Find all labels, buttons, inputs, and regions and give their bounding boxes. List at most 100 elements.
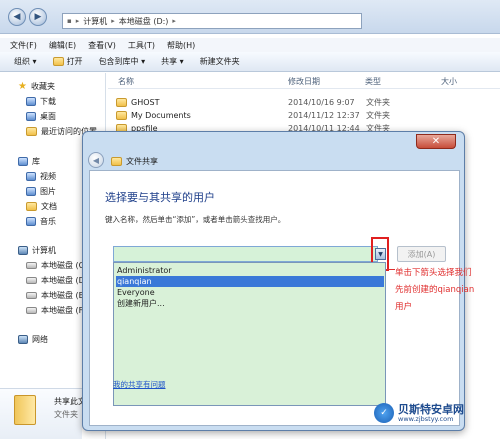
watermark-title: 贝斯特安卓网 bbox=[398, 402, 464, 416]
new-folder-button[interactable]: 新建文件夹 bbox=[200, 56, 240, 67]
annotation-leader-line bbox=[386, 269, 395, 270]
option-administrator[interactable]: Administrator bbox=[116, 265, 384, 276]
nav-videos-label: 视频 bbox=[40, 172, 56, 181]
option-qianqian[interactable]: qianqian bbox=[116, 276, 384, 287]
annotation-line-2: 先前创建的qianqian bbox=[395, 285, 475, 295]
chevron-right-icon: ▸ bbox=[75, 17, 80, 25]
folder-icon bbox=[116, 97, 127, 107]
user-name-input[interactable] bbox=[113, 246, 378, 262]
file-row[interactable]: GHOST 2014/10/16 9:07 文件夹 bbox=[116, 96, 496, 108]
nav-computer-label: 计算机 bbox=[32, 246, 56, 255]
file-type: 文件夹 bbox=[366, 97, 390, 107]
annotation-line-3: 用户 bbox=[395, 302, 413, 312]
breadcrumb-computer[interactable]: 计算机 bbox=[83, 16, 107, 27]
file-date: 2014/11/12 12:37 bbox=[288, 110, 360, 120]
music-icon bbox=[26, 217, 36, 226]
file-sharing-dialog: ✕ ◀ 文件共享 选择要与其共享的用户 键入名称，然后单击“添加”，或者单击箭头… bbox=[82, 131, 474, 431]
library-icon bbox=[18, 157, 28, 166]
nav-pictures[interactable]: 图片 bbox=[26, 186, 56, 197]
menu-tools[interactable]: 工具(T) bbox=[128, 40, 155, 51]
nav-drive-d[interactable]: 本地磁盘 (D:) bbox=[26, 275, 91, 286]
menu-help[interactable]: 帮助(H) bbox=[167, 40, 195, 51]
dialog-caption-text: 文件共享 bbox=[126, 157, 158, 166]
address-bar[interactable]: ▪ ▸ 计算机 ▸ 本地磁盘 (D:) ▸ bbox=[62, 13, 362, 29]
nav-desktop-label: 桌面 bbox=[40, 112, 56, 121]
command-bar: 组织 ▾ 打开 包含到库中 ▾ 共享 ▾ 新建文件夹 bbox=[0, 52, 500, 72]
open-label: 打开 bbox=[66, 57, 83, 66]
nav-network-label: 网络 bbox=[32, 335, 48, 344]
breadcrumb-drive-d[interactable]: 本地磁盘 (D:) bbox=[119, 16, 169, 27]
chevron-right-icon: ▸ bbox=[111, 17, 115, 25]
document-icon bbox=[26, 202, 37, 211]
file-date: 2014/10/16 9:07 bbox=[288, 97, 355, 107]
nav-downloads[interactable]: 下载 bbox=[26, 96, 56, 107]
nav-documents-label: 文档 bbox=[41, 202, 57, 211]
sharing-help-link[interactable]: 我的共享有问题 bbox=[113, 379, 166, 390]
add-button[interactable]: 添加(A) bbox=[397, 246, 446, 262]
download-icon bbox=[26, 97, 36, 106]
back-button[interactable]: ◀ bbox=[8, 8, 26, 26]
nav-drive-c[interactable]: 本地磁盘 (C:) bbox=[26, 260, 90, 271]
folder-icon bbox=[116, 110, 127, 120]
nav-favorites-label: 收藏夹 bbox=[30, 82, 55, 91]
file-name: My Documents bbox=[131, 110, 191, 120]
column-type[interactable]: 类型 bbox=[365, 76, 381, 87]
nav-drive-e[interactable]: 本地磁盘 (E:) bbox=[26, 290, 90, 301]
column-date[interactable]: 修改日期 bbox=[288, 76, 320, 87]
star-icon: ★ bbox=[18, 81, 27, 92]
nav-music[interactable]: 音乐 bbox=[26, 216, 56, 227]
desktop-icon bbox=[26, 112, 36, 121]
chevron-right-icon: ▸ bbox=[172, 17, 176, 25]
include-in-library-button[interactable]: 包含到库中 ▾ bbox=[99, 56, 146, 67]
column-size[interactable]: 大小 bbox=[441, 76, 457, 87]
nav-music-label: 音乐 bbox=[40, 217, 56, 226]
forward-button[interactable]: ▶ bbox=[29, 8, 47, 26]
column-name[interactable]: 名称 bbox=[118, 76, 134, 87]
picture-icon bbox=[26, 187, 36, 196]
nav-documents[interactable]: 文档 bbox=[26, 201, 57, 212]
video-icon bbox=[26, 172, 36, 181]
watermark-url: www.zjbstyy.com bbox=[398, 414, 454, 423]
file-row[interactable]: My Documents 2014/11/12 12:37 文件夹 bbox=[116, 109, 496, 121]
nav-computer[interactable]: 计算机 bbox=[18, 245, 56, 256]
computer-icon: ▪ bbox=[67, 17, 72, 25]
file-list-header: 名称 修改日期 类型 大小 bbox=[108, 73, 500, 89]
recent-places-icon bbox=[26, 127, 37, 136]
menu-edit[interactable]: 编辑(E) bbox=[49, 40, 76, 51]
menu-file[interactable]: 文件(F) bbox=[10, 40, 37, 51]
nav-network[interactable]: 网络 bbox=[18, 334, 48, 345]
open-button[interactable]: 打开 bbox=[52, 56, 83, 67]
close-icon: ✕ bbox=[431, 136, 441, 147]
details-type: 文件夹 bbox=[54, 410, 78, 419]
nav-favorites[interactable]: ★ 收藏夹 bbox=[18, 81, 55, 92]
nav-libraries[interactable]: 库 bbox=[18, 156, 40, 167]
file-name: GHOST bbox=[131, 97, 160, 107]
share-button[interactable]: 共享 ▾ bbox=[161, 56, 184, 67]
close-button[interactable]: ✕ bbox=[416, 134, 456, 149]
computer-icon bbox=[18, 246, 28, 255]
drive-icon bbox=[26, 307, 37, 314]
drive-icon bbox=[26, 262, 37, 269]
option-everyone[interactable]: Everyone bbox=[116, 287, 384, 298]
nav-drive-f[interactable]: 本地磁盘 (F:) bbox=[26, 305, 88, 316]
dialog-heading: 选择要与其共享的用户 bbox=[105, 191, 215, 204]
drive-icon bbox=[26, 292, 37, 299]
network-icon bbox=[18, 335, 28, 344]
nav-libraries-label: 库 bbox=[32, 157, 40, 166]
open-icon bbox=[52, 57, 64, 66]
explorer-titlebar: ◀ ▶ ▪ ▸ 计算机 ▸ 本地磁盘 (D:) ▸ bbox=[0, 0, 500, 34]
nav-videos[interactable]: 视频 bbox=[26, 171, 56, 182]
nav-pictures-label: 图片 bbox=[40, 187, 56, 196]
option-create-new-user[interactable]: 创建新用户... bbox=[116, 298, 384, 309]
organize-button[interactable]: 组织 ▾ bbox=[14, 56, 37, 67]
annotation-line-1: 单击下箭头选择我们 bbox=[395, 268, 472, 278]
dialog-instruction: 键入名称，然后单击“添加”，或者单击箭头查找用户。 bbox=[105, 215, 286, 224]
drive-icon bbox=[26, 277, 37, 284]
watermark: ✓ 贝斯特安卓网 www.zjbstyy.com bbox=[374, 403, 464, 423]
dialog-back-button[interactable]: ◀ bbox=[88, 152, 104, 168]
dialog-caption: 文件共享 bbox=[111, 156, 158, 167]
shared-folder-icon bbox=[14, 395, 36, 425]
menu-view[interactable]: 查看(V) bbox=[88, 40, 116, 51]
nav-downloads-label: 下载 bbox=[40, 97, 56, 106]
nav-desktop[interactable]: 桌面 bbox=[26, 111, 56, 122]
